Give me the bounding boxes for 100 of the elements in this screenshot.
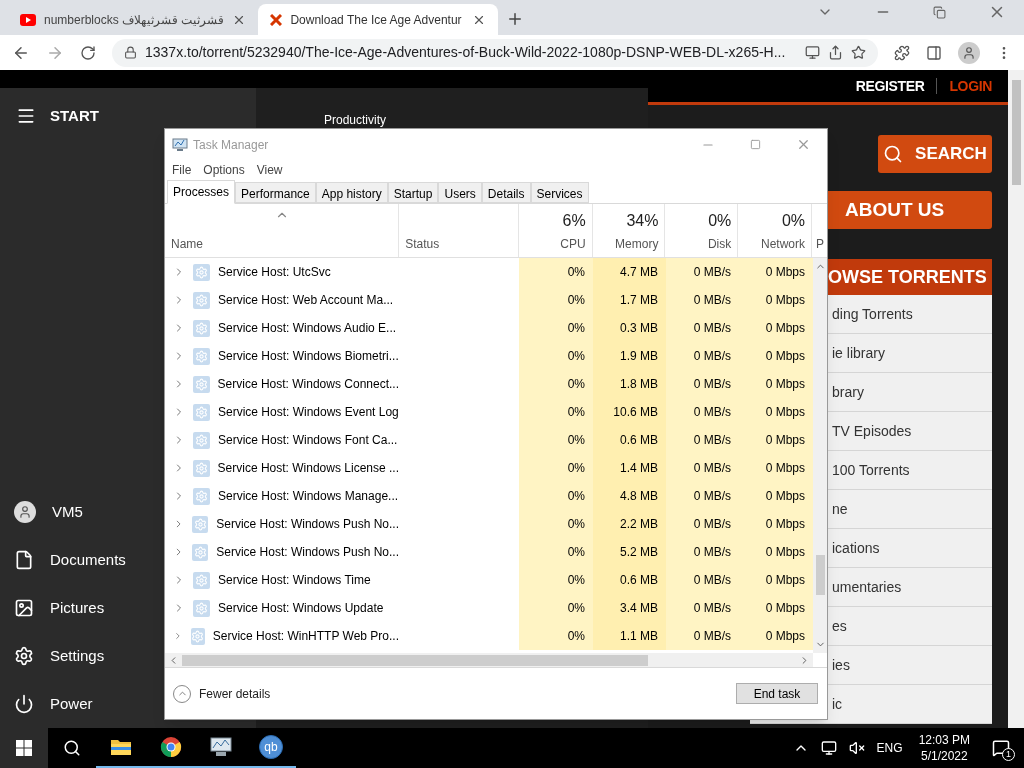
language-indicator[interactable]: ENG <box>876 739 903 757</box>
side-panel-icon[interactable] <box>926 44 942 61</box>
table-cell: 0 MB/s <box>666 370 739 398</box>
table-cell: 0 MB/s <box>666 566 739 594</box>
process-row[interactable]: Service Host: Windows Biometri... 0% 1.9 MB 0 MB/s 0 Mbps <box>165 342 813 370</box>
process-row[interactable]: Service Host: Windows Push No... 0% 5.2 MB 0 MB/s 0 Mbps <box>165 538 813 566</box>
table-cell: 0% <box>519 258 593 286</box>
vertical-scrollbar[interactable] <box>813 258 827 653</box>
tab[interactable]: Performance <box>235 182 316 203</box>
process-row[interactable]: Service Host: Windows Font Ca... 0% 0.6 MB 0 MB/s 0 Mbps <box>165 426 813 454</box>
column-total: 0% <box>781 211 806 231</box>
start-menu-item[interactable]: VM5 <box>0 488 164 536</box>
windows-logo-icon <box>16 740 32 756</box>
column-header[interactable]: CPU <box>560 235 586 253</box>
tab[interactable]: Details <box>481 182 531 203</box>
group-label: Productivity <box>324 113 387 127</box>
process-row[interactable]: Service Host: Windows Update 0% 3.4 MB 0 MB/s 0 Mbps <box>165 594 813 622</box>
table-cell: 0 Mbps <box>739 342 813 370</box>
table-cell: 0% <box>519 510 593 538</box>
about-us-button[interactable]: ABOUT US <box>828 191 992 229</box>
notification-button[interactable]: 1 <box>986 733 1016 763</box>
maximize-icon[interactable] <box>750 139 761 150</box>
tab-title: numberblocks قشرثيت قشرثيهلاف <box>44 11 225 29</box>
start-menu-item[interactable]: Pictures <box>0 584 164 632</box>
reload-icon[interactable] <box>80 44 96 61</box>
share-icon[interactable] <box>828 45 843 60</box>
process-row[interactable]: Service Host: Windows Manage... 0% 4.8 MB 0 MB/s 0 Mbps <box>165 482 813 510</box>
notification-count: 1 <box>1002 748 1015 761</box>
process-name: Service Host: Windows Connect... <box>217 376 399 393</box>
process-name: Service Host: Windows Manage... <box>218 488 399 505</box>
process-row[interactable]: Service Host: WinHTTP Web Pro... 0% 1.1 MB 0 MB/s 0 Mbps <box>165 622 813 650</box>
menu-item[interactable]: File <box>172 161 192 179</box>
process-row[interactable]: Service Host: UtcSvc 0% 4.7 MB 0 MB/s 0 Mbps <box>165 258 813 286</box>
star-icon[interactable] <box>851 45 866 60</box>
scrollbar-thumb[interactable] <box>182 654 648 666</box>
process-row[interactable]: Service Host: Web Account Ma... 0% 1.7 MB 0 MB/s 0 Mbps <box>165 286 813 314</box>
tab[interactable]: Startup <box>387 182 439 203</box>
table-cell: 0 Mbps <box>739 370 813 398</box>
table-cell: 4.7 MB <box>593 258 666 286</box>
table-cell: 0% <box>519 286 593 314</box>
address-bar[interactable]: 1337x.to/torrent/5232940/The-Ice-Age-Adventures-of-Buck-Wild-2022-1080p-DSNP-WEB-DL-x265-H... <box>112 38 878 67</box>
horizontal-scrollbar[interactable] <box>165 653 813 667</box>
table-cell: 0% <box>519 482 593 510</box>
search-button[interactable]: SEARCH <box>878 135 992 173</box>
table-cell: 0 Mbps <box>739 314 813 342</box>
gear-icon <box>192 543 209 561</box>
gear-icon <box>190 627 205 645</box>
scrollbar-thumb[interactable] <box>815 555 825 595</box>
extensions-icon[interactable] <box>894 44 910 61</box>
tab[interactable]: Processes <box>167 180 236 204</box>
scrollbar-thumb[interactable] <box>1011 80 1021 185</box>
tab[interactable]: App history <box>315 182 388 203</box>
browser-tab[interactable]: Download The Ice Age Adventur <box>258 4 499 35</box>
browser-tab[interactable]: numberblocks قشرثيت قشرثيهلاف <box>8 4 259 35</box>
column-header[interactable]: Status <box>405 235 440 253</box>
search-icon <box>883 144 904 164</box>
table-cell: 0 MB/s <box>666 594 739 622</box>
network-icon[interactable] <box>820 740 837 756</box>
process-row[interactable]: Service Host: Windows Push No... 0% 2.2 MB 0 MB/s 0 Mbps <box>165 510 813 538</box>
menu-item[interactable]: View <box>256 161 283 179</box>
clock[interactable]: 12:03 PM 5/1/2022 <box>914 732 974 764</box>
fewer-details-link[interactable]: Fewer details <box>173 684 271 703</box>
table-cell: 0% <box>519 566 593 594</box>
start-menu-item[interactable]: Documents <box>0 536 164 584</box>
table-cell: 3.4 MB <box>593 594 666 622</box>
expand-icon[interactable] <box>173 630 183 642</box>
menu-icon[interactable] <box>16 106 36 126</box>
volume-muted-icon[interactable] <box>848 740 865 756</box>
table-cell: 0 MB/s <box>666 510 739 538</box>
start-menu-item[interactable]: Power <box>0 680 164 728</box>
start-title: START <box>50 105 99 126</box>
x-logo-icon <box>270 13 283 26</box>
login-link[interactable]: LOGIN <box>949 75 992 97</box>
start-menu-item[interactable]: Settings <box>0 632 164 680</box>
restore-icon[interactable] <box>933 5 946 19</box>
process-name: Service Host: Windows Push No... <box>216 544 399 561</box>
tab[interactable]: Users <box>438 182 482 203</box>
column-header[interactable]: Name <box>171 235 203 253</box>
table-cell: 1.9 MB <box>593 342 666 370</box>
start-button[interactable] <box>0 728 48 768</box>
register-link[interactable]: REGISTER <box>855 75 925 97</box>
column-header[interactable]: Memory <box>615 235 659 253</box>
table-cell: 0% <box>519 594 593 622</box>
user-avatar <box>14 501 36 523</box>
column-header[interactable]: Disk <box>707 235 732 253</box>
process-row[interactable]: Service Host: Windows Event Log 0% 10.6 MB 0 MB/s 0 Mbps <box>165 398 813 426</box>
profile-avatar[interactable] <box>958 41 980 64</box>
process-row[interactable]: Service Host: Windows Time 0% 0.6 MB 0 MB/s 0 Mbps <box>165 566 813 594</box>
table-cell: 0% <box>519 454 593 482</box>
column-header[interactable]: P <box>816 235 827 253</box>
menu-item[interactable]: Options <box>203 161 245 179</box>
process-row[interactable]: Service Host: Windows License ... 0% 1.4 MB 0 MB/s 0 Mbps <box>165 454 813 482</box>
column-total: 0% <box>708 211 732 231</box>
process-row[interactable]: Service Host: Windows Connect... 0% 1.8 MB 0 MB/s 0 Mbps <box>165 370 813 398</box>
column-header[interactable]: Network <box>761 235 806 253</box>
page-scrollbar[interactable] <box>1008 70 1024 728</box>
end-task-button[interactable]: End task <box>736 683 818 704</box>
process-row[interactable]: Service Host: Windows Audio E... 0% 0.3 MB 0 MB/s 0 Mbps <box>165 314 813 342</box>
tab[interactable]: Services <box>530 182 589 203</box>
monitor-chart-icon <box>209 737 233 757</box>
